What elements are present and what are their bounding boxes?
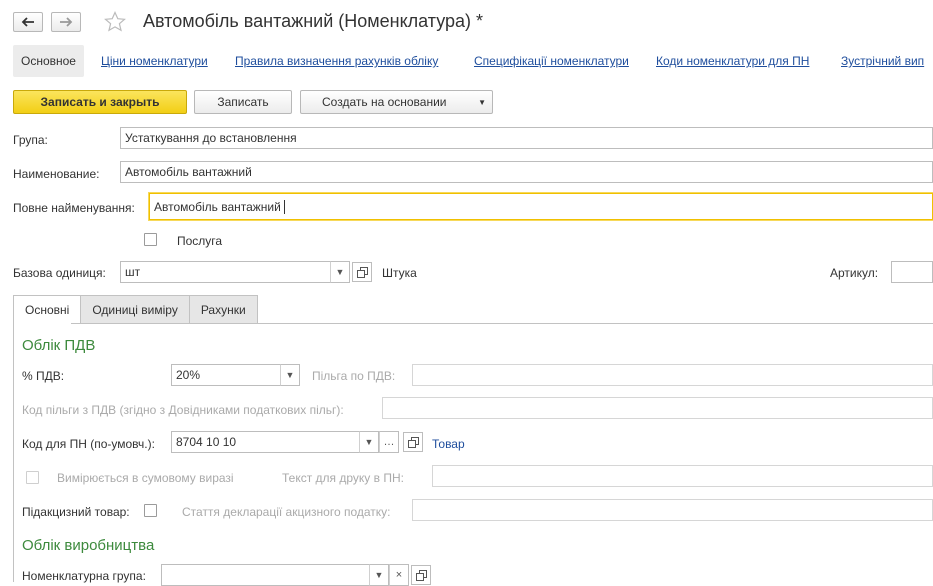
page-title: Автомобіль вантажний (Номенклатура) * xyxy=(143,11,484,31)
dropdown-arrow-icon: ▼ xyxy=(374,570,384,580)
tax-invoice-code-dropdown-button[interactable]: ▼ xyxy=(359,431,379,453)
nav-link-counter-output[interactable]: Зустрічний вип xyxy=(841,44,924,78)
nomenclature-group-dropdown-button[interactable]: ▼ xyxy=(369,564,389,586)
active-tab-gap xyxy=(14,323,71,324)
production-section-title: Облік виробництва xyxy=(22,537,155,554)
open-window-icon xyxy=(407,436,419,448)
group-label: Група: xyxy=(13,133,48,147)
vat-section-title: Облік ПДВ xyxy=(22,337,96,354)
vat-rate-label: % ПДВ: xyxy=(22,369,65,383)
tax-invoice-code-label: Код для ПН (по-умовч.): xyxy=(22,437,155,451)
service-checkbox[interactable] xyxy=(144,233,157,246)
open-window-icon xyxy=(356,266,368,278)
tab-units[interactable]: Одиниці виміру xyxy=(80,295,190,323)
arrow-left-icon xyxy=(21,17,34,27)
nomenclature-group-field[interactable] xyxy=(161,564,371,586)
text-cursor xyxy=(283,199,285,214)
create-based-on-label: Создать на основании xyxy=(322,95,447,109)
nav-link-prices[interactable]: Ціни номенклатури xyxy=(101,44,208,78)
base-unit-field[interactable]: шт xyxy=(120,261,331,283)
sum-measured-checkbox[interactable] xyxy=(26,471,39,484)
vat-benefit-label: Пільга по ПДВ: xyxy=(312,369,396,383)
article-label: Артикул: xyxy=(830,266,879,280)
ellipsis-icon: … xyxy=(383,436,395,448)
service-label: Послуга xyxy=(177,234,223,248)
vat-rate-field[interactable]: 20% xyxy=(171,364,281,386)
save-button[interactable]: Записать xyxy=(194,90,292,114)
tab-main[interactable]: Основні xyxy=(13,295,82,324)
excise-article-label: Стаття декларації акцизного податку: xyxy=(182,505,391,519)
article-field[interactable] xyxy=(891,261,933,283)
dropdown-arrow-icon: ▼ xyxy=(335,267,345,277)
vat-rate-dropdown-button[interactable]: ▼ xyxy=(280,364,300,386)
tax-invoice-code-field[interactable]: 8704 10 10 xyxy=(171,431,361,453)
dropdown-arrow-icon: ▼ xyxy=(478,97,486,107)
tax-invoice-code-select-button[interactable]: … xyxy=(379,431,399,453)
back-button[interactable] xyxy=(13,12,43,32)
nomenclature-group-clear-button[interactable]: × xyxy=(389,564,409,586)
nomenclature-group-open-button[interactable] xyxy=(411,565,431,585)
excise-label: Підакцизний товар: xyxy=(22,505,130,519)
nav-link-specifications[interactable]: Специфікації номенклатури xyxy=(474,44,629,78)
inner-tabs: Основні Одиниці виміру Рахунки xyxy=(13,295,258,324)
create-based-on-button[interactable]: Создать на основании ▼ xyxy=(300,90,493,114)
sum-measured-label: Вимірюється в сумовому виразі xyxy=(57,471,234,485)
base-unit-label: Базова одиниця: xyxy=(13,266,106,280)
clear-icon: × xyxy=(395,569,403,581)
full-name-value: Автомобіль вантажний xyxy=(154,199,281,214)
name-field[interactable]: Автомобіль вантажний xyxy=(120,161,933,183)
tab-accounts[interactable]: Рахунки xyxy=(188,295,258,323)
print-text-field[interactable] xyxy=(432,465,933,487)
group-field[interactable]: Устаткування до встановлення xyxy=(120,127,933,149)
open-window-icon xyxy=(415,569,427,581)
form-navigation: Основное xyxy=(13,44,84,78)
print-text-label: Текст для друку в ПН: xyxy=(282,471,404,485)
tab-panel-border xyxy=(13,323,14,582)
forward-button[interactable] xyxy=(51,12,81,32)
nav-link-account-rules[interactable]: Правила визначення рахунків обліку xyxy=(235,44,438,78)
base-unit-dropdown-button[interactable]: ▼ xyxy=(330,261,350,283)
base-unit-full-name: Штука xyxy=(382,266,417,280)
full-name-label: Повне найменування: xyxy=(13,201,135,215)
benefit-code-field[interactable] xyxy=(382,397,933,419)
save-and-close-button[interactable]: Записать и закрыть xyxy=(13,90,187,114)
dropdown-arrow-icon: ▼ xyxy=(285,370,295,380)
nomenclature-group-label: Номенклатурна група: xyxy=(22,569,146,583)
tax-invoice-code-open-button[interactable] xyxy=(403,432,423,452)
nav-link-tax-codes[interactable]: Коди номенклатури для ПН xyxy=(656,44,809,78)
dropdown-arrow-icon: ▼ xyxy=(364,437,374,447)
name-label: Наименование: xyxy=(13,167,100,181)
nav-tab-main[interactable]: Основное xyxy=(13,45,84,77)
excise-checkbox[interactable] xyxy=(144,504,157,517)
star-icon[interactable] xyxy=(103,10,127,34)
benefit-code-label: Код пільги з ПДВ (згідно з Довідниками п… xyxy=(22,403,344,417)
base-unit-open-button[interactable] xyxy=(352,262,372,282)
excise-article-field[interactable] xyxy=(412,499,933,521)
arrow-right-icon xyxy=(60,17,73,27)
goods-link[interactable]: Товар xyxy=(432,437,465,451)
full-name-field[interactable]: Автомобіль вантажний xyxy=(149,193,933,220)
tab-divider xyxy=(13,323,933,324)
vat-benefit-field[interactable] xyxy=(412,364,933,386)
